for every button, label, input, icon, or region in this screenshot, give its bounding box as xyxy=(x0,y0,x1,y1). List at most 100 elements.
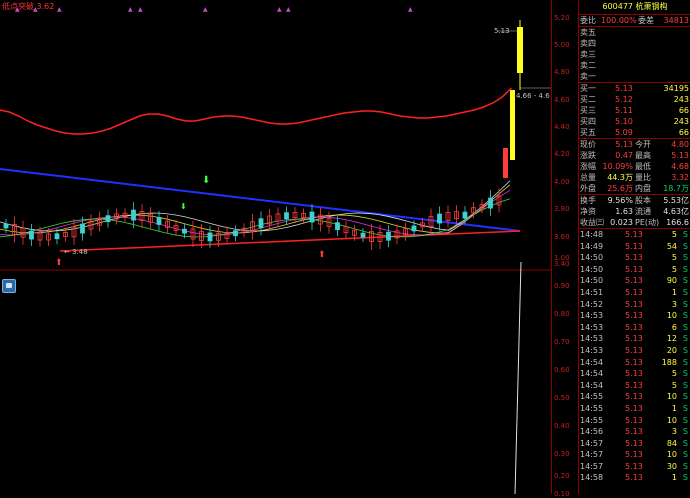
tick-direction: S xyxy=(682,334,688,344)
bid-row[interactable]: 买二 5.12 243 xyxy=(579,94,690,105)
stat-label: 外盘 xyxy=(580,184,596,193)
tick-time: 14:51 xyxy=(580,287,604,297)
tick-price: 5.13 xyxy=(625,299,643,309)
tick-volume: 12 xyxy=(666,334,677,344)
tick-price: 5.13 xyxy=(625,253,643,263)
net-assets: 1.63 xyxy=(615,207,633,216)
tick-direction: S xyxy=(682,322,688,332)
turnover: 9.56% xyxy=(607,196,633,205)
kline-chart-area[interactable]: ⬇ ⬇ ⬆ ⬆ 5.13 4.66 - 4.6 ← 3.48 低点突破 3.62 ▲ ▲ ▲… xyxy=(0,0,551,494)
tick-time: 14:56 xyxy=(580,427,604,437)
tick-volume: 3 xyxy=(671,427,677,437)
tick-direction: S xyxy=(682,403,688,413)
kline-chart[interactable]: ⬇ ⬇ ⬆ ⬆ 5.13 4.66 - 4.6 ← 3.48 xyxy=(0,0,551,494)
tick-row: 14:53 5.13 20 S xyxy=(579,345,690,357)
tick-price: 5.13 xyxy=(625,241,643,251)
stat-label: 最低 xyxy=(635,162,651,171)
tick-time: 14:57 xyxy=(580,461,604,471)
candle-body xyxy=(233,230,238,237)
tick-row: 14:50 5.13 90 S xyxy=(579,275,690,287)
change-percent: 10.09% xyxy=(602,162,633,171)
stock-header[interactable]: 600477 杭萧钢构 xyxy=(579,0,690,15)
bid-price: 5.13 xyxy=(615,84,633,93)
bid-volume: 34195 xyxy=(663,84,689,93)
change-value: 0.47 xyxy=(615,151,633,160)
price-axis-tick: 3.60 xyxy=(554,233,570,241)
signal-marker-row: ▲ ▲ ▲ ▲ ▲ ▲ ▲ ▲ ▲ xyxy=(0,7,551,13)
quote-row: 净资 1.63 流通 4.63亿 xyxy=(579,206,690,217)
ask-row[interactable]: 卖三 xyxy=(579,49,690,60)
candle-body xyxy=(105,215,111,223)
bid-row[interactable]: 买五 5.09 66 xyxy=(579,127,690,138)
tick-direction: S xyxy=(682,345,688,355)
price-axis-tick: 5.20 xyxy=(554,14,570,22)
ask-row[interactable]: 卖四 xyxy=(579,38,690,49)
bid-row[interactable]: 买四 5.10 243 xyxy=(579,116,690,127)
volume-axis-tick: 0.40 xyxy=(554,422,570,430)
tick-time: 14:58 xyxy=(580,473,604,483)
tick-volume: 30 xyxy=(666,461,677,471)
tick-time: 14:49 xyxy=(580,241,604,251)
volume-axis-tick: 0.80 xyxy=(554,310,570,318)
tick-volume: 1 xyxy=(671,473,677,483)
quote-row: 换手 9.56% 股本 5.53亿 xyxy=(579,195,690,206)
tick-direction: S xyxy=(682,287,688,297)
tick-direction: S xyxy=(682,369,688,379)
tick-direction: S xyxy=(682,276,688,286)
tick-direction: S xyxy=(682,450,688,460)
tick-direction: S xyxy=(682,311,688,321)
quote-row: 总量 44.3万 量比 3.32 xyxy=(579,172,690,183)
ask-label: 卖五 xyxy=(580,28,596,37)
wei-cha-value: 34813 xyxy=(663,16,689,25)
tick-row: 14:55 5.13 1 S xyxy=(579,403,690,415)
tick-price: 5.13 xyxy=(625,230,643,239)
candle-body xyxy=(335,222,340,231)
bid-price: 5.09 xyxy=(615,128,633,137)
bid-label: 买二 xyxy=(580,95,596,104)
high-price-label: 5.13 xyxy=(494,27,510,35)
tick-volume: 1 xyxy=(671,403,677,413)
low-price-label: ← 3.48 xyxy=(64,248,88,256)
tick-list[interactable]: 14:48 5.13 5 S 14:49 5.13 54 S 14:50 5.13 5 S 14:50 5… xyxy=(579,229,690,484)
tick-row: 14:55 5.13 10 S xyxy=(579,391,690,403)
signal-marker: ▲ xyxy=(138,6,143,13)
stat-label: 涨跌 xyxy=(580,151,596,160)
chart-tool-icon[interactable] xyxy=(2,279,16,293)
stat-label: 现价 xyxy=(580,140,596,149)
ask-row[interactable]: 卖二 xyxy=(579,60,690,71)
signal-marker: ▲ xyxy=(128,6,133,13)
stat-label: 流通 xyxy=(635,207,651,216)
candle-body xyxy=(386,231,391,241)
tick-volume: 10 xyxy=(666,415,677,425)
tick-price: 5.13 xyxy=(625,276,643,286)
volume-axis-tick: 0.10 xyxy=(554,490,570,498)
ask-row[interactable]: 卖一 xyxy=(579,71,690,82)
bid-label: 买三 xyxy=(580,106,596,115)
signal-marker: ▲ xyxy=(57,6,62,13)
tick-row: 14:52 5.13 3 S xyxy=(579,299,690,311)
tick-volume: 1 xyxy=(671,287,677,297)
stat-label: PE(动) xyxy=(635,218,660,227)
stat-label: 量比 xyxy=(635,173,651,182)
tick-price: 5.13 xyxy=(625,450,643,460)
signal-marker: ▲ xyxy=(15,6,20,13)
candle-body xyxy=(284,212,289,220)
bid-row[interactable]: 买一 5.13 34195 xyxy=(579,83,690,94)
tick-volume: 5 xyxy=(671,264,677,274)
price-axis: 5.20 5.00 4.80 4.60 4.40 4.20 4.00 3.80 3.60 3.40… xyxy=(551,0,579,498)
open-price: 4.80 xyxy=(671,140,689,149)
tick-time: 14:50 xyxy=(580,253,604,263)
ask-row[interactable]: 卖五 xyxy=(579,27,690,38)
price-axis-tick: 4.40 xyxy=(554,123,570,131)
tick-price: 5.13 xyxy=(625,461,643,471)
stat-label: 净资 xyxy=(580,207,596,216)
candle-body xyxy=(3,223,9,229)
bid-row[interactable]: 买三 5.11 66 xyxy=(579,105,690,116)
tick-volume: 54 xyxy=(666,241,677,251)
tick-direction: S xyxy=(682,438,688,448)
stock-code: 600477 xyxy=(602,2,633,11)
quote-panel: 600477 杭萧钢构 委比 100.00% 委差 34813 卖五 卖四 卖三… xyxy=(578,0,690,494)
wei-bi-row: 委比 100.00% 委差 34813 xyxy=(579,15,690,27)
bid-price: 5.10 xyxy=(615,117,633,126)
quote-row: 涨幅 10.09% 最低 4.68 xyxy=(579,161,690,172)
